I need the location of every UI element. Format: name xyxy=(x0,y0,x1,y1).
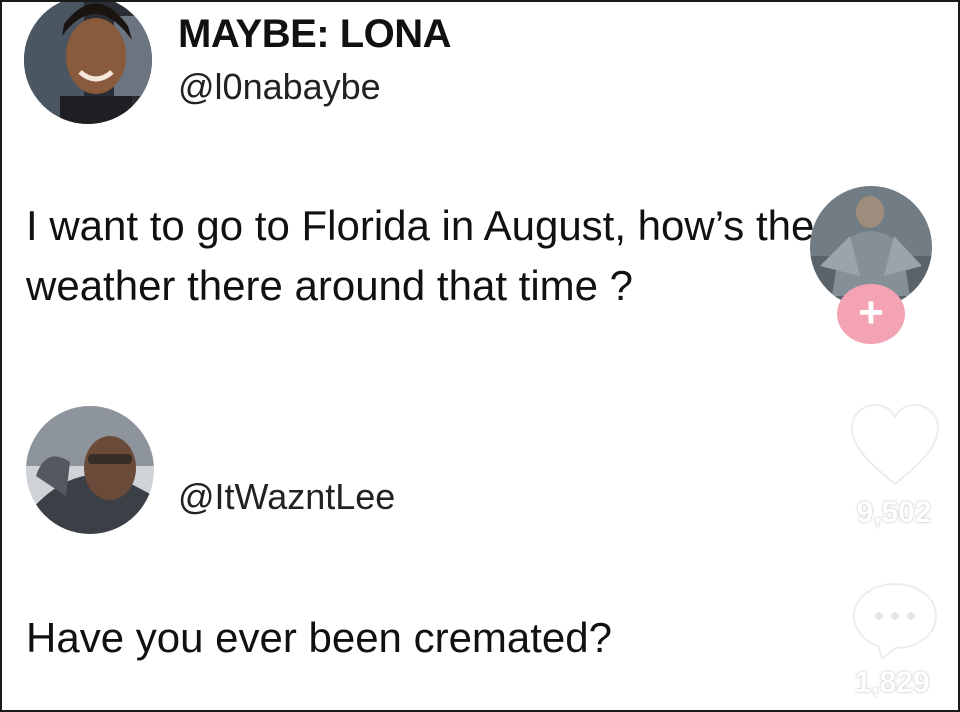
like-count: 9,502 xyxy=(856,496,932,529)
avatar-lee-image xyxy=(26,406,154,534)
comment-button[interactable] xyxy=(850,580,940,662)
original-post-text: I want to go to Florida in August, how’s… xyxy=(26,196,814,316)
reply-post-text: Have you ever been cremated? xyxy=(26,614,613,661)
heart-icon xyxy=(850,403,940,486)
tweet-screenshot: MAYBE: LONA @l0nabaybe I want to go to F… xyxy=(0,0,960,712)
comment-count: 1,829 xyxy=(854,666,930,699)
original-post-line-2: weather there around that time ? xyxy=(26,262,634,309)
avatar-lona[interactable] xyxy=(24,2,152,124)
display-name[interactable]: MAYBE: LONA xyxy=(178,12,452,57)
plus-icon: + xyxy=(858,288,884,337)
avatar-lona-image xyxy=(24,2,152,124)
avatar-lee[interactable] xyxy=(26,406,154,534)
original-post-line-1: I want to go to Florida in August, how’s… xyxy=(26,202,815,249)
handle-lee[interactable]: @ItWazntLee xyxy=(178,476,395,518)
comment-bubble-icon xyxy=(852,582,938,660)
follow-button[interactable]: + xyxy=(837,284,905,344)
like-button[interactable] xyxy=(848,402,942,488)
handle-lona[interactable]: @l0nabaybe xyxy=(178,66,381,108)
